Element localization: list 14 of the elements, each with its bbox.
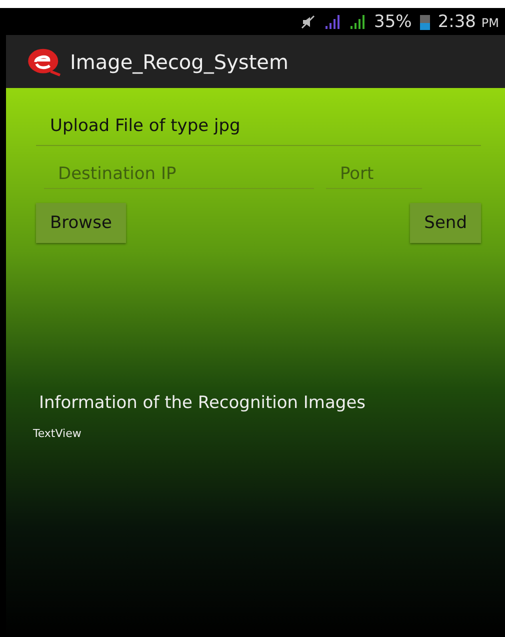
port-field[interactable]: Port — [326, 160, 422, 189]
info-heading: Information of the Recognition Images — [39, 393, 367, 413]
battery-percent: 35% — [374, 12, 412, 32]
app-title: Image_Recog_System — [70, 50, 288, 74]
browse-button[interactable]: Browse — [36, 203, 126, 243]
destination-ip-field[interactable]: Destination IP — [44, 160, 314, 189]
battery-icon — [420, 14, 430, 30]
send-button[interactable]: Send — [410, 203, 481, 243]
signal-icon — [324, 14, 342, 28]
upload-field[interactable]: Upload File of type jpg — [36, 106, 481, 146]
info-text: TextView — [33, 427, 82, 440]
clock: 2:38 PM — [438, 12, 499, 32]
signal-icon — [349, 14, 366, 28]
muted-speaker-icon — [300, 14, 316, 30]
